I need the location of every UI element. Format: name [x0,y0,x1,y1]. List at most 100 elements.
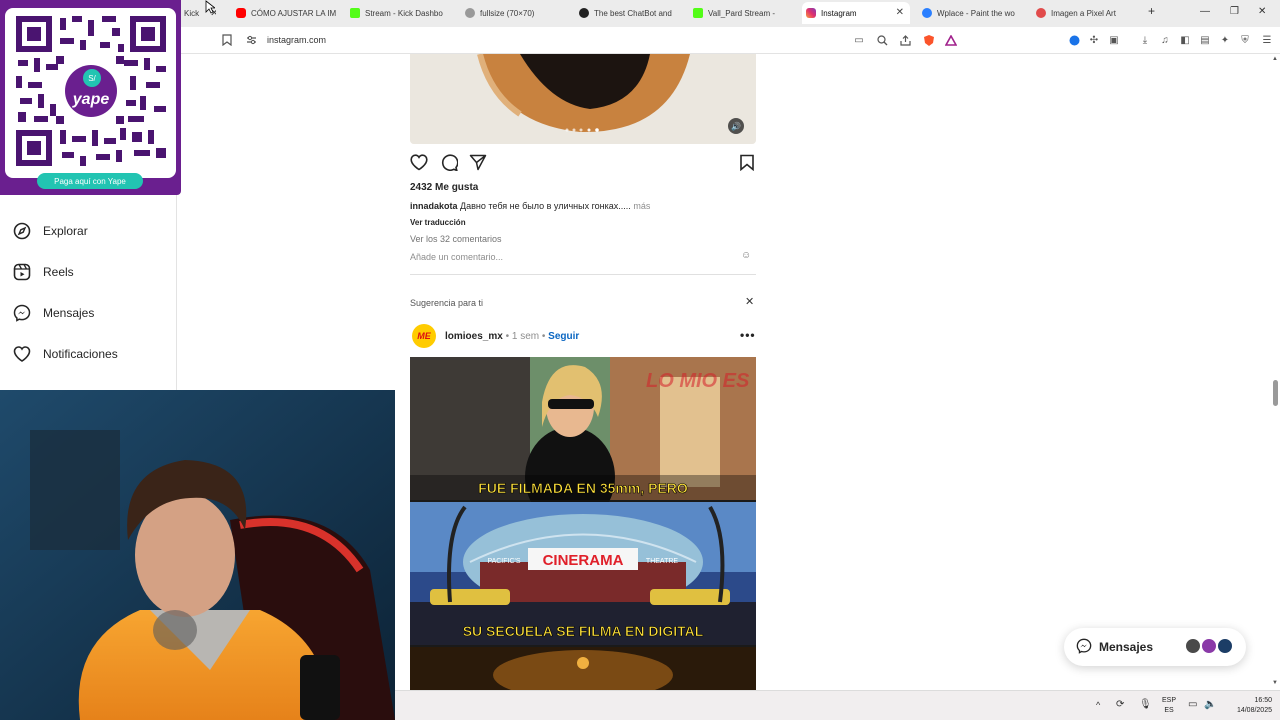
save-icon[interactable] [739,154,755,176]
meme-watermark: LO MIO ES [646,370,750,392]
wallet-icon[interactable]: ▤ [1198,33,1212,47]
sidebar-item-reels[interactable]: Reels [13,263,74,281]
streamer-webcam-image [0,390,395,720]
share-icon[interactable] [898,33,912,47]
tab-instagram[interactable]: Instagram ✕ [802,2,910,24]
network-icon[interactable]: ▭ [1188,699,1197,710]
like-count[interactable]: 2432 Me gusta [410,182,478,193]
extension-blue-icon[interactable] [1067,33,1081,47]
account-name[interactable]: lomioes_mx [445,331,503,342]
caption-more-link[interactable]: más [633,201,650,211]
new-tab-icon[interactable]: + [1148,4,1155,18]
suggestion-heading: Sugerencia para ti [410,298,484,308]
sync-icon[interactable]: ⟳ [1116,699,1124,710]
reels-icon [13,263,31,281]
comment-icon[interactable] [440,154,459,176]
sidebar-item-notificaciones[interactable]: Notificaciones [13,345,118,363]
close-window-icon[interactable]: ✕ [1258,6,1266,17]
brave-rewards-icon[interactable] [944,33,958,47]
bookmark-icon[interactable] [220,33,234,47]
zoom-icon[interactable] [875,33,889,47]
messenger-icon [13,304,31,322]
tab-vall-pard[interactable]: Vall_Pard Stream - [689,2,793,24]
tab-chatbot[interactable]: The best ChatBot and [575,2,679,24]
scrollbar-thumb[interactable] [1273,380,1278,406]
windows-taskbar: ^ ⟳ 🎙 ESP ES ▭ 🔈 16:50 14/08/2025 [395,690,1280,720]
suggestion-account-line: lomioes_mx • 1 sem • Seguir [445,331,580,342]
tab-label: fullsize (70×70) [480,8,535,18]
view-comments-link[interactable]: Ver los 32 comentarios [410,234,502,244]
post-time: 1 sem [511,331,540,342]
messenger-icon [1076,638,1092,659]
downloads-icon[interactable]: ⤓ [1138,33,1152,47]
more-options-icon[interactable]: ••• [740,328,756,342]
tab-label: Imagen a Pixel Art [1051,8,1116,18]
heart-icon [13,346,31,362]
maximize-icon[interactable]: ❐ [1230,6,1239,17]
brave-shield-icon[interactable] [922,33,936,47]
post-media[interactable]: LO MIO ES FUE FILMADA EN 35mm, PERO CINE… [410,357,756,690]
tab-wplace[interactable]: Wplace - Paint the wo [918,2,1022,24]
clock-date: 14/08/2025 [1236,707,1272,714]
tab-youtube[interactable]: CÓMO AJUSTAR LA IM [232,2,336,24]
tray-expand-icon[interactable]: ^ [1096,700,1100,710]
menu-icon[interactable]: ☰ [1260,33,1274,47]
close-icon[interactable]: ✕ [896,7,904,18]
tab-pixel-art[interactable]: Imagen a Pixel Art [1032,2,1136,24]
like-icon[interactable] [410,154,428,176]
site-settings-icon[interactable] [244,33,258,47]
feed-column: 🔊 2432 Me gusta innadakota Давно тебя не… [410,54,756,690]
cat-photo [410,54,756,144]
kick-icon [693,8,703,18]
instagram-icon [806,8,816,18]
tab-fullsize[interactable]: fullsize (70×70) [461,2,565,24]
caption-username[interactable]: innadakota [410,201,458,211]
tab-kick-dashboard[interactable]: Stream - Kick Dashbo [346,2,450,24]
yape-qr-overlay: S/ yape Paga aquí con Yape [0,0,181,195]
cast-icon[interactable]: ▭ [852,33,866,47]
avatar[interactable]: ME [412,324,436,348]
vpn-icon[interactable]: ⛨ [1238,33,1252,47]
microphone-icon[interactable]: 🎙 [1139,699,1152,710]
cinema-sign-right: THEATRE [646,558,678,565]
tab-label: Kick [184,8,200,18]
sidebar-toggle-icon[interactable]: ◧ [1178,33,1192,47]
volume-icon[interactable]: 🔈 [1204,699,1216,710]
clock[interactable]: 16:50 14/08/2025 [1228,696,1272,716]
post-media[interactable]: 🔊 [410,54,756,144]
language-indicator[interactable]: ESP ES [1159,696,1179,716]
sidebar-item-mensajes[interactable]: Mensajes [13,304,94,322]
meme-caption-top: FUE FILMADA EN 35mm, PERO [478,480,688,496]
share-icon[interactable] [469,154,487,176]
tab-label: Instagram [821,8,857,18]
translate-link[interactable]: Ver traducción [410,218,466,227]
comment-input[interactable]: Añade un comentario... [410,252,503,262]
qr-card: S/ yape [5,8,176,178]
post-caption: innadakota Давно тебя не было в уличных … [410,201,650,211]
url-field[interactable]: instagram.com [267,35,326,45]
tab-label: Wplace - Paint the wo [937,8,1015,18]
page-scrollbar[interactable]: ▲ ▼ [1271,54,1280,690]
divider [410,274,756,275]
leo-ai-icon[interactable]: ✦ [1218,33,1232,47]
extension-box-icon[interactable]: ▣ [1107,33,1121,47]
messages-label: Mensajes [1099,640,1154,654]
extension-puzzle-icon[interactable]: ✣ [1087,33,1101,47]
sidebar-item-label: Explorar [43,224,88,238]
globe-icon [465,8,475,18]
language-label: ESP [1161,697,1176,704]
cinema-sign-left: PACIFIC'S [487,558,520,565]
instagram-sidebar: Explorar Reels Mensajes Notificaciones [0,195,177,390]
sidebar-item-explorar[interactable]: Explorar [13,222,88,240]
mouse-cursor-icon [205,0,217,19]
scroll-down-icon[interactable]: ▼ [1272,680,1278,686]
follow-button[interactable]: Seguir [548,331,579,342]
dismiss-suggestion-icon[interactable]: ✕ [745,295,754,308]
emoji-icon[interactable]: ☺ [741,250,751,261]
audio-toggle-icon[interactable]: 🔊 [728,118,744,134]
media-icon[interactable]: ♫ [1158,33,1172,47]
minimize-icon[interactable]: — [1200,6,1210,17]
yape-pay-label: Paga aquí con Yape [37,173,143,189]
scroll-up-icon[interactable]: ▲ [1272,56,1278,62]
messages-bubble[interactable]: Mensajes [1064,628,1246,666]
